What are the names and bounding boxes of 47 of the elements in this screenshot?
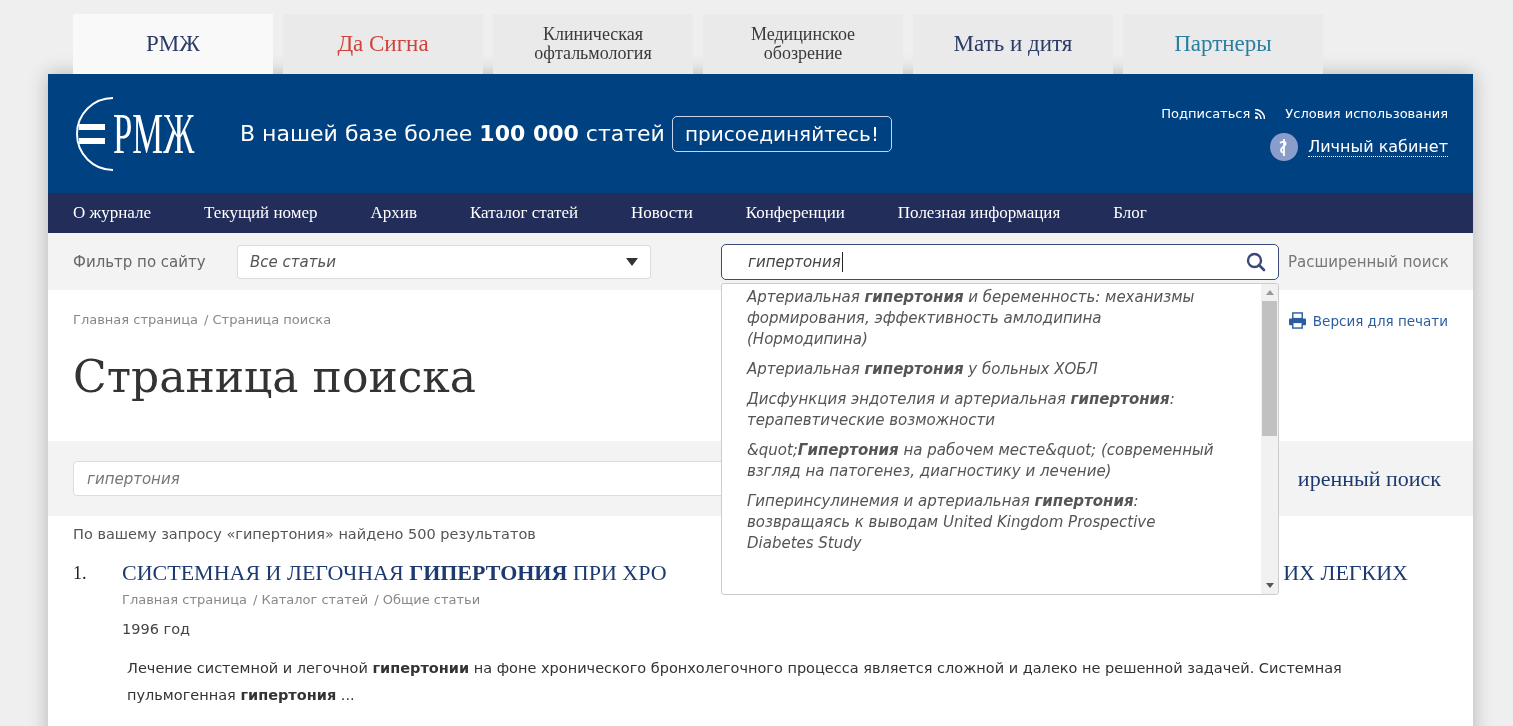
filter-select[interactable]: Все статьи <box>237 244 651 279</box>
logo-text[interactable]: РМЖ <box>113 103 195 164</box>
result-snippet: Лечение системной и легочной гипертонии на фоне хронического бронхолегочного процесса является сложной и далеко не решенной задачей. Системная пульмогенная гипертония ... <box>126 659 1343 705</box>
breadcrumb-link[interactable]: Главная страница <box>73 312 198 329</box>
nav-item[interactable]: Архив <box>370 203 417 223</box>
site-tab[interactable]: Клиническая офтальмология <box>493 14 693 74</box>
account-link[interactable]: Личный кабинет <box>1308 137 1448 157</box>
breadcrumb-link[interactable]: / Общие статьи <box>374 592 481 607</box>
breadcrumb-link[interactable]: Главная страница <box>122 592 247 607</box>
site-tab[interactable]: Медицинское обозрение <box>703 14 903 74</box>
search-field[interactable]: гипертония <box>721 243 1279 280</box>
suggestion-item[interactable]: Артериальная гипертония у больных ХОБЛ <box>747 358 1261 380</box>
subscribe-link[interactable]: Подписаться <box>1161 106 1251 121</box>
nav-item[interactable]: Текущий номер <box>204 203 318 223</box>
caret-icon <box>626 257 638 266</box>
search-icon[interactable] <box>1246 251 1266 272</box>
site-tab[interactable]: Да Сигна <box>283 14 483 74</box>
breadcrumb-link[interactable]: / Страница поиска <box>204 312 332 329</box>
advanced-search-link[interactable]: иренный поиск <box>1297 465 1441 492</box>
result-title[interactable]: ИХ ЛЕГКИХ <box>1283 560 1408 586</box>
page-title: Страница поиска <box>73 351 477 404</box>
result-title[interactable]: СИСТЕМНАЯ И ЛЕГОЧНАЯ ГИПЕРТОНИЯ ПРИ ХРО <box>122 560 667 586</box>
site-tab[interactable]: Партнеры <box>1123 14 1323 74</box>
nav-item[interactable]: Блог <box>1113 203 1147 223</box>
site-tab[interactable]: РМЖ <box>73 14 273 74</box>
join-button[interactable]: присоединяйтесь! <box>671 115 892 152</box>
tagline: В нашей базе более 100 000 статей <box>240 121 665 146</box>
printer-icon <box>1287 312 1307 329</box>
nav-item[interactable]: Конференции <box>745 203 845 223</box>
suggestion-item[interactable]: Артериальная гипертония и беременность: механизмы формирования, эффективность амлодипина (Нормодипина) <box>747 286 1261 350</box>
nav-item[interactable]: Полезная информация <box>897 203 1061 223</box>
scrollbar-thumb[interactable] <box>1262 300 1277 436</box>
advanced-search-link[interactable]: Расширенный поиск <box>1288 252 1449 271</box>
result-number: 1. <box>73 562 88 585</box>
terms-link[interactable]: Условия использования <box>1285 106 1448 121</box>
nav-item[interactable]: О журнале <box>73 203 152 223</box>
scrollbar[interactable] <box>1261 283 1278 594</box>
rss-icon <box>1255 108 1266 119</box>
scroll-down-icon[interactable] <box>1265 582 1274 588</box>
print-link[interactable]: Версия для печати <box>1312 312 1448 329</box>
suggestion-item[interactable]: Дисфункция эндотелия и артериальная гипертония: терапевтические возможности <box>747 388 1261 431</box>
site-tab[interactable]: Мать и дитя <box>913 14 1113 74</box>
nav-item[interactable]: Новости <box>631 203 693 223</box>
filter-label: Фильтр по сайту <box>73 252 207 271</box>
nav-item[interactable]: Каталог статей <box>469 203 579 223</box>
breadcrumb-link[interactable]: / Каталог статей <box>253 592 369 607</box>
result-year: 1996 год <box>122 621 192 637</box>
